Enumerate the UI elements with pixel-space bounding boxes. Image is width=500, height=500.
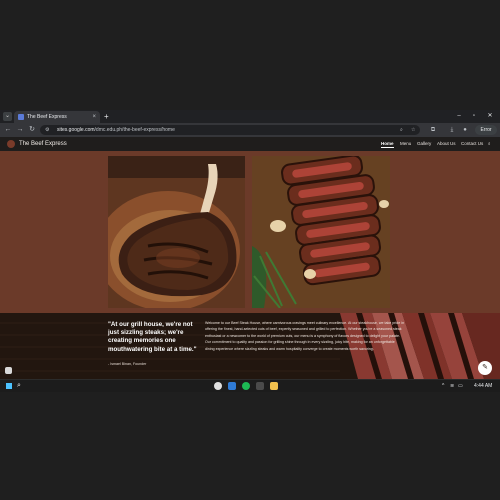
- profile-icon[interactable]: ●: [460, 125, 470, 135]
- windows-taskbar: ⌕ ^ ≋ ▭ 4:44 AM: [0, 379, 500, 392]
- sliced-steak-image: [252, 156, 390, 308]
- welcome-paragraph: Welcome to our Beef Steak House, where c…: [205, 321, 405, 351]
- error-badge-button[interactable]: Error: [475, 125, 497, 135]
- nav-about-us[interactable]: About Us: [437, 139, 456, 149]
- battery-icon[interactable]: ▭: [458, 381, 463, 391]
- nav-home[interactable]: Home: [381, 139, 394, 149]
- nav-contact-us[interactable]: Contact Us: [461, 139, 483, 149]
- minimize-icon[interactable]: –: [452, 111, 466, 122]
- zoom-icon[interactable]: ⌕: [400, 126, 403, 134]
- nav-menu[interactable]: Menu: [400, 139, 411, 149]
- url-host: sites.google.com: [57, 127, 95, 133]
- windows-start-icon[interactable]: [6, 383, 12, 389]
- website-viewport: The Beef Express Home Menu Gallery About…: [0, 137, 500, 379]
- spotify-app-icon[interactable]: [242, 382, 250, 390]
- tab-strip: ⌄ The Beef Express × + – ▫ ✕: [0, 110, 500, 123]
- forward-icon[interactable]: →: [15, 125, 25, 135]
- tomahawk-steak-image: [108, 156, 245, 308]
- quote-author: - Ismael Binan, Founder: [108, 362, 147, 366]
- file-explorer-app-icon[interactable]: [270, 382, 278, 390]
- site-info-button[interactable]: [5, 367, 12, 374]
- founder-quote: "At our grill house, we're not just sizz…: [108, 321, 197, 353]
- url-path: /dmc.edu.ph/the-beef-express/home: [94, 127, 175, 133]
- site-navbar: The Beef Express Home Menu Gallery About…: [0, 137, 500, 151]
- site-info-icon[interactable]: ⚙: [45, 126, 49, 134]
- vscode-app-icon[interactable]: [228, 382, 236, 390]
- chrome-app-icon[interactable]: [214, 382, 222, 390]
- terminal-app-icon[interactable]: [256, 382, 264, 390]
- taskbar-search-icon[interactable]: ⌕: [17, 381, 21, 391]
- quote-banner: "At our grill house, we're not just sizz…: [0, 313, 500, 379]
- tab-title: The Beef Express: [27, 114, 67, 120]
- browser-window: ⌄ The Beef Express × + – ▫ ✕ ← → ↻ ⚙ sit…: [0, 110, 500, 392]
- tab-the-beef-express[interactable]: The Beef Express ×: [14, 111, 100, 123]
- new-tab-button[interactable]: +: [104, 111, 109, 122]
- tab-close-icon[interactable]: ×: [92, 113, 96, 121]
- wifi-icon[interactable]: ≋: [450, 381, 454, 391]
- edit-pencil-icon[interactable]: ✎: [478, 361, 492, 375]
- site-favicon-icon: [18, 114, 24, 120]
- close-window-icon[interactable]: ✕: [483, 111, 497, 122]
- tray-chevron-icon[interactable]: ^: [442, 381, 444, 391]
- maximize-icon[interactable]: ▫: [467, 111, 481, 122]
- brand-logo-icon[interactable]: [7, 140, 15, 148]
- back-icon[interactable]: ←: [3, 125, 13, 135]
- reload-icon[interactable]: ↻: [27, 125, 37, 135]
- browser-toolbar: ← → ↻ ⚙ sites.google.com/dmc.edu.ph/the-…: [0, 123, 500, 137]
- tab-search-icon[interactable]: ⌄: [3, 112, 12, 121]
- star-icon[interactable]: ☆: [411, 126, 415, 134]
- clock-time[interactable]: 4:44 AM: [474, 381, 492, 391]
- brand-name[interactable]: The Beef Express: [19, 139, 67, 149]
- extensions-icon[interactable]: ⧉: [428, 125, 438, 135]
- site-search-icon[interactable]: ⌕: [488, 139, 491, 149]
- nav-gallery[interactable]: Gallery: [417, 139, 431, 149]
- address-bar[interactable]: ⚙ sites.google.com/dmc.edu.ph/the-beef-e…: [40, 125, 420, 135]
- download-icon[interactable]: ⤓: [447, 125, 457, 135]
